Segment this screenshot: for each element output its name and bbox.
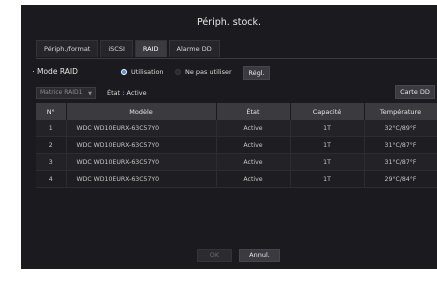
raid-status-text: État : Active (107, 89, 147, 97)
tab-bar: Périph./format iSCSI RAID Alarme DD (36, 40, 220, 57)
disk-table: N° Modèle État Capacité Température 1 WD… (36, 103, 437, 188)
col-header-state: État (216, 103, 291, 120)
cell-temperature: 29°C/84°F (364, 170, 437, 188)
cell-capacity: 1T (290, 136, 365, 154)
raid-matrix-select[interactable]: Matrice RAID1 ▼ (36, 87, 96, 99)
table-row[interactable]: 4 WDC WD10EURX-63C57Y0 Active 1T 29°C/84… (36, 170, 437, 188)
radio-selected-icon (121, 69, 127, 75)
col-header-model: Modèle (66, 103, 217, 120)
cell-capacity: 1T (290, 120, 365, 137)
tab-device-format[interactable]: Périph./format (36, 40, 99, 57)
cell-model: WDC WD10EURX-63C57Y0 (66, 136, 217, 154)
radio-use-label: Utilisation (131, 68, 164, 76)
cell-state: Active (216, 120, 291, 137)
table-row[interactable]: 2 WDC WD10EURX-63C57Y0 Active 1T 31°C/87… (36, 136, 437, 154)
cell-state: Active (216, 153, 291, 171)
cancel-button[interactable]: Annul. (239, 249, 280, 262)
ok-button[interactable]: OK (197, 249, 232, 262)
hdd-card-button[interactable]: Carte DD (395, 85, 435, 99)
table-row[interactable]: 1 WDC WD10EURX-63C57Y0 Active 1T 32°C/89… (36, 120, 437, 137)
settings-button[interactable]: Régl. (243, 66, 270, 80)
cell-model: WDC WD10EURX-63C57Y0 (66, 170, 217, 188)
tab-iscsi[interactable]: iSCSI (100, 40, 133, 57)
cell-model: WDC WD10EURX-63C57Y0 (66, 120, 217, 137)
cell-number: 1 (36, 120, 67, 137)
tab-divider (36, 58, 437, 59)
storage-dialog: Périph. stock. Périph./format iSCSI RAID… (21, 5, 437, 269)
dialog-title: Périph. stock. (196, 17, 262, 28)
cell-capacity: 1T (290, 170, 365, 188)
col-header-number: N° (36, 103, 67, 120)
cell-number: 2 (36, 136, 67, 154)
chevron-down-icon: ▼ (88, 91, 92, 97)
cell-temperature: 32°C/89°F (364, 120, 437, 137)
cell-temperature: 31°C/87°F (364, 153, 437, 171)
radio-unselected-icon (175, 69, 181, 75)
raid-matrix-value: Matrice RAID1 (40, 89, 83, 96)
raid-mode-label: Mode RAID (33, 67, 78, 76)
tab-raid[interactable]: RAID (134, 40, 167, 57)
cell-number: 4 (36, 170, 67, 188)
radio-no-use[interactable]: Ne pas utiliser (175, 68, 232, 76)
cell-number: 3 (36, 153, 67, 171)
cell-model: WDC WD10EURX-63C57Y0 (66, 153, 217, 171)
col-header-capacity: Capacité (290, 103, 365, 120)
col-header-temperature: Température (364, 103, 437, 120)
cell-capacity: 1T (290, 153, 365, 171)
cell-state: Active (216, 170, 291, 188)
tab-hdd-alarm[interactable]: Alarme DD (168, 40, 220, 57)
radio-no-use-label: Ne pas utiliser (185, 68, 232, 76)
table-header-row: N° Modèle État Capacité Température (36, 103, 437, 120)
cell-state: Active (216, 136, 291, 154)
radio-use[interactable]: Utilisation (121, 68, 164, 76)
table-row[interactable]: 3 WDC WD10EURX-63C57Y0 Active 1T 31°C/87… (36, 153, 437, 171)
cell-temperature: 31°C/87°F (364, 136, 437, 154)
